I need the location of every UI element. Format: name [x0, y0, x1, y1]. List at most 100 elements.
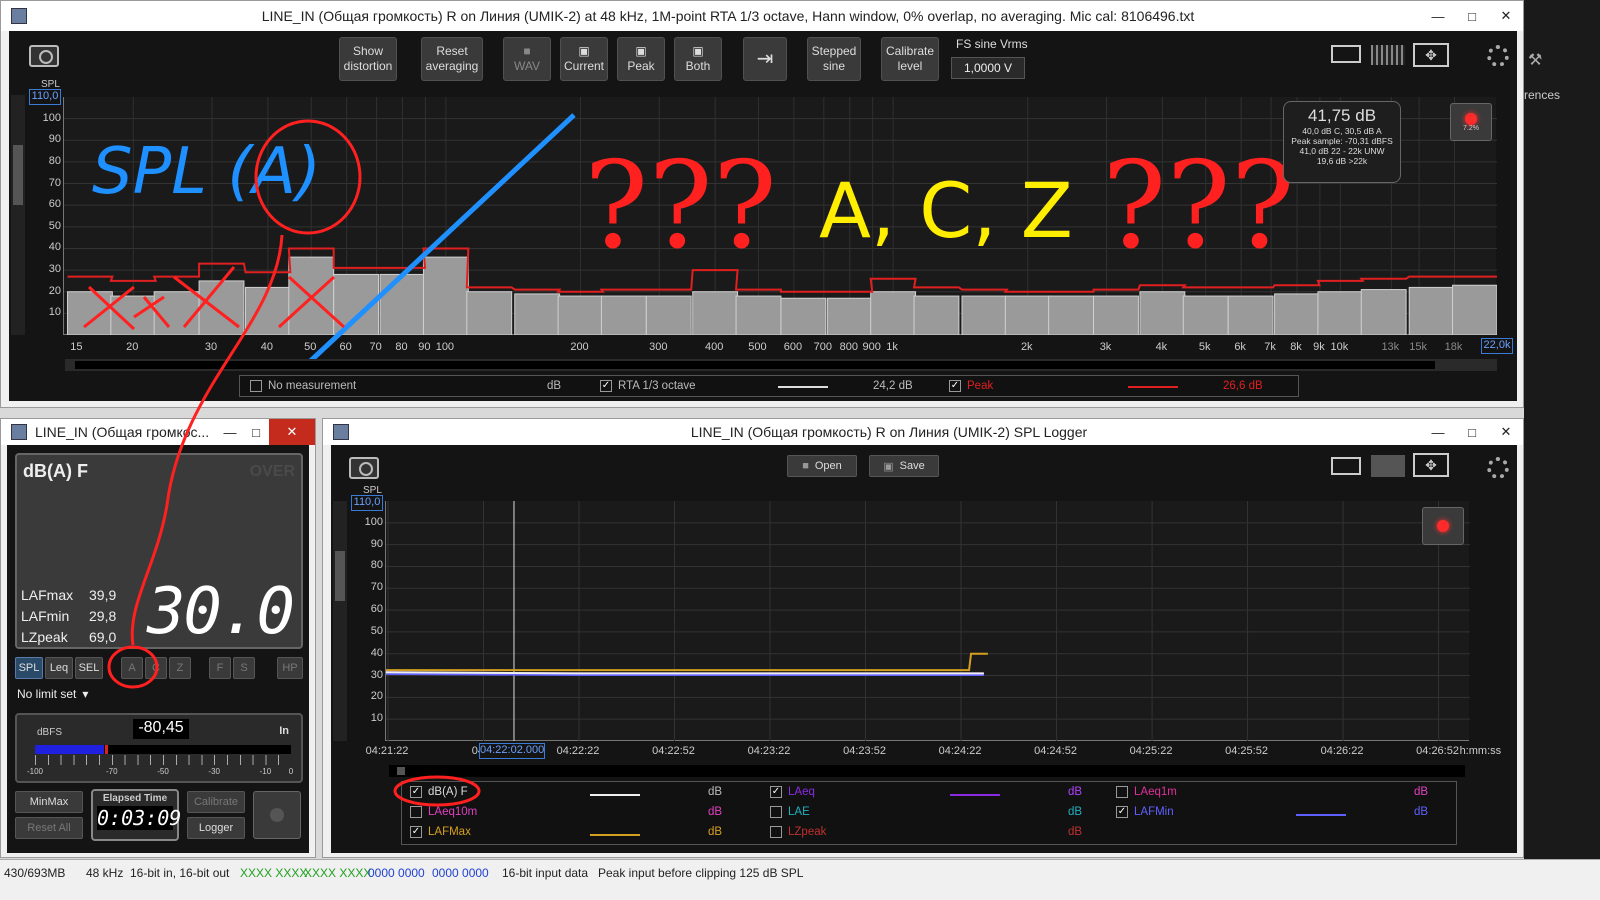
calibrate-button[interactable]: Calibrate — [187, 791, 245, 813]
legend-label: LAeq — [788, 786, 815, 799]
open-button[interactable]: ■ Open — [787, 455, 857, 477]
maximize-button[interactable]: □ — [1455, 1, 1489, 31]
checkbox-checked[interactable]: ✓ — [410, 826, 422, 838]
weighting-z-button[interactable]: Z — [169, 657, 191, 679]
legend-rta[interactable]: ✓ RTA 1/3 octave — [600, 380, 696, 392]
legend-item[interactable]: LZpeak — [770, 826, 826, 842]
x-tick-label: 50 — [304, 341, 317, 353]
legend-swatch — [950, 794, 1000, 796]
dbfs-peak-marker — [105, 745, 108, 754]
camera-icon[interactable] — [349, 457, 379, 479]
gear-icon[interactable] — [1487, 45, 1509, 67]
legend-item[interactable]: ✓ LAFMax — [410, 826, 471, 842]
spl-meter-titlebar[interactable]: LINE_IN (Общая громкос... — □ ✕ — [1, 419, 315, 445]
logger-button[interactable]: Logger — [187, 817, 245, 839]
mode-leq-button[interactable]: Leq — [45, 657, 73, 679]
mode-spl-button[interactable]: SPL — [15, 657, 43, 679]
expand-icon[interactable]: ✥ — [1413, 453, 1449, 477]
checkbox[interactable] — [770, 806, 782, 818]
expand-icon[interactable]: ✥ — [1413, 43, 1449, 67]
current-button[interactable]: ▣ Current — [560, 37, 608, 81]
x-tick-label: 40 — [260, 341, 274, 353]
maximize-button[interactable]: □ — [1455, 419, 1489, 445]
columns-icon[interactable] — [1371, 455, 1405, 477]
columns-icon[interactable] — [1371, 45, 1405, 65]
record-button[interactable] — [1422, 507, 1464, 545]
peak-button[interactable]: ▣ Peak — [617, 37, 665, 81]
gear-icon[interactable] — [1487, 457, 1509, 479]
legend-item[interactable]: ✓ LAFMin — [1116, 806, 1174, 822]
show-distortion-button[interactable]: Show distortion — [339, 37, 397, 81]
checkbox-checked[interactable]: ✓ — [410, 786, 422, 798]
speed-s-button[interactable]: S — [233, 657, 255, 679]
stepped-sine-button[interactable]: Stepped sine — [807, 37, 861, 81]
y-axis-top-input[interactable]: 110,0 — [29, 89, 61, 105]
checkbox[interactable] — [1116, 786, 1128, 798]
close-button[interactable]: ✕ — [269, 419, 315, 445]
vertical-scrollbar[interactable] — [11, 95, 25, 335]
screen-layout-icon[interactable] — [1331, 457, 1361, 475]
dbfs-tick-label: -10 — [259, 767, 272, 776]
legend-swatch — [590, 834, 640, 836]
horizontal-scrollbar[interactable] — [65, 359, 1497, 371]
legend-no-measurement[interactable]: No measurement — [250, 380, 356, 392]
export-button[interactable]: ⇥ — [743, 37, 787, 81]
legend-item[interactable]: ✓ dB(A) F — [410, 786, 468, 802]
horizontal-scrollbar[interactable] — [389, 765, 1465, 777]
speed-f-button[interactable]: F — [209, 657, 231, 679]
logger-plot-area[interactable] — [385, 501, 1470, 741]
checkbox-checked[interactable]: ✓ — [1116, 806, 1128, 818]
minimize-button[interactable]: — — [217, 419, 243, 445]
status-blue-2: 0000 0000 — [432, 866, 489, 880]
save-button[interactable]: ▣ Save — [869, 455, 939, 477]
minimize-button[interactable]: — — [1421, 1, 1455, 31]
camera-icon[interactable] — [29, 45, 59, 67]
legend-unit: dB — [1414, 806, 1429, 818]
minimize-button[interactable]: — — [1421, 419, 1455, 445]
reset-averaging-button[interactable]: Reset averaging — [421, 37, 483, 81]
legend-label: LZpeak — [788, 826, 827, 839]
checkbox-checked[interactable]: ✓ — [600, 380, 612, 392]
legend-peak-value: 26,6 dB — [1223, 380, 1263, 392]
checkbox-checked[interactable]: ✓ — [949, 380, 961, 392]
checkbox[interactable] — [250, 380, 262, 392]
close-button[interactable]: ✕ — [1489, 1, 1523, 31]
y-tick-label: 50 — [370, 624, 383, 637]
rta-titlebar[interactable]: LINE_IN (Общая громкость) R on Линия (UM… — [1, 1, 1523, 31]
y-axis-top-input[interactable]: 110,0 — [351, 495, 383, 511]
dbfs-tick-label: -100 — [26, 767, 44, 776]
weighting-c-button[interactable]: C — [145, 657, 167, 679]
x-axis-end-input[interactable]: 22,0k — [1481, 338, 1513, 354]
meter-record-button[interactable] — [253, 791, 301, 839]
legend-item[interactable]: LAE — [770, 806, 810, 822]
dbfs-tick-label: 0 — [288, 767, 294, 776]
legend-item[interactable]: LAeq1m — [1116, 786, 1177, 802]
rta-plot-area[interactable]: SPL (A) ??? A, C, Z ??? 41,75 dB 40,0 dB… — [63, 97, 1497, 369]
checkbox[interactable] — [410, 806, 422, 818]
hp-button[interactable]: HP — [277, 657, 303, 679]
record-button[interactable]: 7.2% — [1450, 103, 1492, 141]
legend-item[interactable]: ✓ LAeq — [770, 786, 815, 802]
vertical-scrollbar[interactable] — [333, 501, 347, 741]
minmax-button[interactable]: MinMax — [15, 791, 83, 813]
logger-titlebar[interactable]: LINE_IN (Общая громкость) R on Линия (UM… — [323, 419, 1523, 445]
checkbox[interactable] — [770, 826, 782, 838]
limit-select[interactable]: No limit set ▾ — [17, 687, 107, 705]
calibrate-level-button[interactable]: Calibrate level — [881, 37, 939, 81]
checkbox-checked[interactable]: ✓ — [770, 786, 782, 798]
fs-sine-input[interactable]: 1,0000 V — [951, 57, 1025, 79]
legend-item[interactable]: LAeq10m — [410, 806, 477, 822]
close-button[interactable]: ✕ — [1489, 419, 1523, 445]
maximize-button[interactable]: □ — [243, 419, 269, 445]
x-tick-label: 30 — [204, 341, 218, 353]
both-button[interactable]: ▣ Both — [674, 37, 722, 81]
screen-layout-icon[interactable] — [1331, 45, 1361, 63]
cursor-time-input[interactable]: 04:22:02.000 — [479, 743, 545, 759]
reset-all-button[interactable]: Reset All — [15, 817, 83, 839]
legend-peak[interactable]: ✓ Peak — [949, 380, 993, 392]
wav-button[interactable]: ■ WAV — [503, 37, 551, 81]
weighting-a-button[interactable]: A — [121, 657, 143, 679]
spl-meter-body: dB(A) F OVER LAFmax 39,9 LAFmin 29,8 LZp… — [7, 234, 309, 853]
mode-sel-button[interactable]: SEL — [75, 657, 103, 679]
status-bar: 430/693MB 48 kHz 16-bit in, 16-bit out X… — [0, 859, 1600, 900]
